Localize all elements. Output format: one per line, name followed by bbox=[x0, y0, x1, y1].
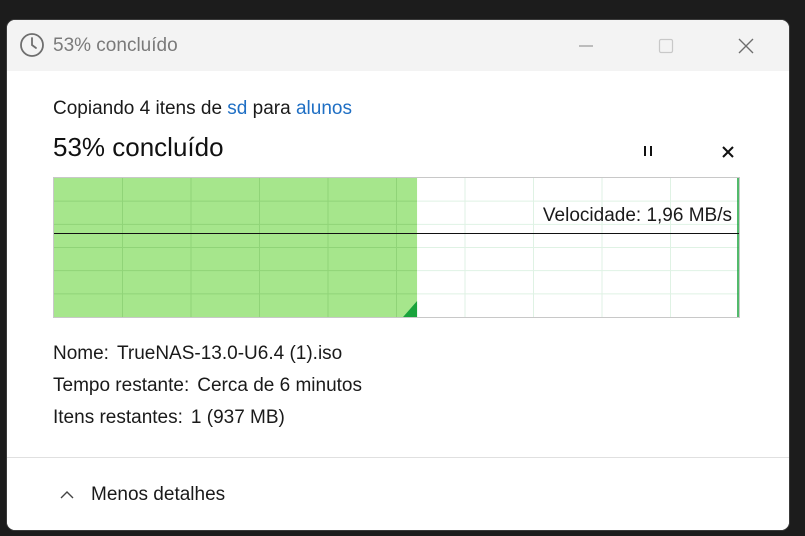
copy-prefix: Copiando 4 itens de bbox=[53, 98, 223, 119]
speed-label: Velocidade: 1,96 MB/s bbox=[542, 205, 732, 226]
clock-icon bbox=[20, 33, 44, 57]
detail-name: Nome: TrueNAS-13.0-U6.4 (1).iso bbox=[53, 343, 342, 365]
minimize-icon bbox=[579, 44, 593, 47]
pause-button[interactable] bbox=[636, 139, 660, 163]
less-details-label: Menos detalhes bbox=[91, 484, 226, 505]
speed-graph: Velocidade: 1,96 MB/s bbox=[53, 177, 740, 318]
items-value: 1 (937 MB) bbox=[190, 407, 285, 428]
close-icon bbox=[722, 146, 734, 158]
copy-middle: para bbox=[252, 98, 291, 119]
cancel-copy-button[interactable] bbox=[716, 140, 740, 164]
title-bar: 53% concluído bbox=[7, 20, 789, 71]
source-link[interactable]: sd bbox=[227, 98, 247, 119]
dialog-body: Copiando 4 itens de sd para alunos 53% c… bbox=[7, 71, 789, 530]
chevron-up-icon bbox=[60, 491, 74, 499]
maximize-icon bbox=[658, 38, 674, 53]
maximize-button[interactable] bbox=[631, 20, 701, 71]
detail-time-remaining: Tempo restante: Cerca de 6 minutos bbox=[53, 375, 362, 397]
pause-icon bbox=[644, 146, 652, 156]
footer: Menos detalhes bbox=[7, 458, 789, 530]
minimize-button[interactable] bbox=[551, 20, 621, 71]
close-window-button[interactable] bbox=[711, 20, 781, 71]
progress-heading: 53% concluído bbox=[53, 132, 224, 162]
detail-items-remaining: Itens restantes: 1 (937 MB) bbox=[53, 407, 285, 429]
time-value: Cerca de 6 minutos bbox=[197, 375, 362, 396]
copy-dialog: 53% concluído Copiando 4 itens de sd par… bbox=[7, 20, 789, 530]
items-label: Itens restantes: bbox=[53, 407, 183, 428]
less-details-button[interactable]: Menos detalhes bbox=[57, 480, 225, 510]
destination-link[interactable]: alunos bbox=[296, 98, 352, 119]
copy-description: Copiando 4 itens de sd para alunos bbox=[53, 98, 352, 120]
name-value: TrueNAS-13.0-U6.4 (1).iso bbox=[116, 343, 343, 364]
name-label: Nome: bbox=[53, 343, 109, 364]
window-title: 53% concluído bbox=[53, 35, 178, 56]
speed-graph-canvas bbox=[54, 178, 739, 317]
time-label: Tempo restante: bbox=[53, 375, 190, 396]
close-icon bbox=[738, 38, 754, 53]
